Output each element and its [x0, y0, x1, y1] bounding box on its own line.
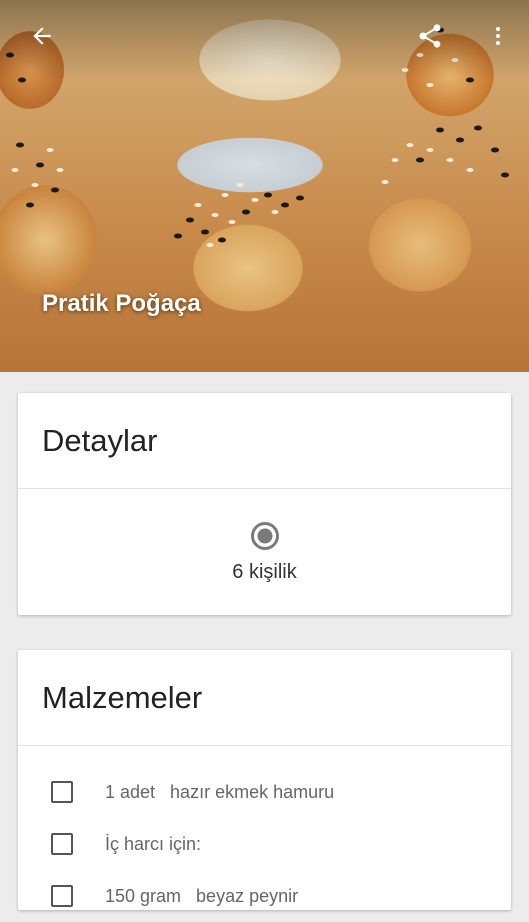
- share-icon: [419, 24, 441, 48]
- ingredient-label: 150 gram beyaz peynir: [105, 885, 299, 906]
- servings-section: 6 kişilik: [18, 489, 511, 615]
- ingredients-header: Malzemeler: [18, 650, 511, 746]
- ingredient-label: 1 adet hazır ekmek hamuru: [105, 781, 335, 802]
- more-options-button[interactable]: [476, 14, 520, 58]
- more-vert-icon: [496, 27, 500, 45]
- ingredient-checkbox[interactable]: [51, 885, 73, 907]
- servings-count: 6 kişilik: [232, 560, 297, 583]
- ingredient-checkbox[interactable]: [51, 833, 73, 855]
- ingredients-card: Malzemeler 1 adet hazır ekmek hamuru İç …: [18, 650, 511, 910]
- details-header: Detaylar: [18, 393, 511, 489]
- ingredient-item[interactable]: İç harcı için:: [18, 818, 511, 870]
- arrow-back-icon: [33, 27, 51, 45]
- ingredient-checkbox[interactable]: [51, 781, 73, 803]
- recipe-header-image: Pratik Poğaça: [0, 0, 529, 372]
- recipe-title: Pratik Poğaça: [42, 290, 201, 317]
- ingredient-item[interactable]: 150 gram beyaz peynir: [18, 870, 511, 922]
- ingredient-label: İç harcı için:: [105, 833, 202, 854]
- details-card: Detaylar 6 kişilik: [18, 393, 511, 615]
- radio-target-icon: [250, 521, 279, 550]
- ingredient-item[interactable]: 1 adet hazır ekmek hamuru: [18, 766, 511, 818]
- ingredients-list: 1 adet hazır ekmek hamuru İç harcı için:…: [18, 746, 511, 922]
- share-button[interactable]: [408, 14, 452, 58]
- back-button[interactable]: [20, 14, 64, 58]
